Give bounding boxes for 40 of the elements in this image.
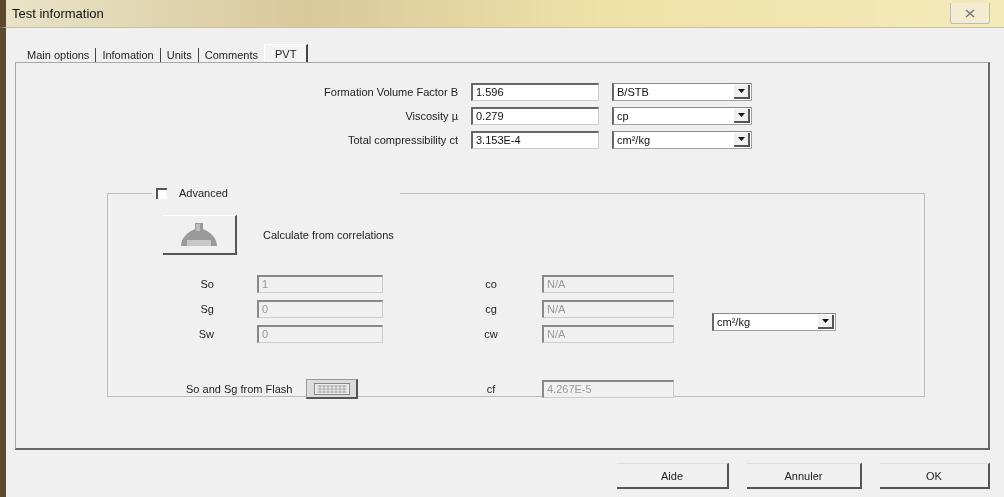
field-label: cw xyxy=(483,328,499,340)
field-label: Formation Volume Factor B xyxy=(323,86,458,98)
unit-dropdown[interactable]: cm²/kg xyxy=(612,131,752,149)
field-label: So and Sg from Flash xyxy=(186,383,293,395)
calculate-label: Calculate from correlations xyxy=(263,229,394,241)
field-label: Sw xyxy=(197,328,214,340)
dropdown-arrow-icon xyxy=(821,318,829,323)
unit-dropdown[interactable]: B/STB xyxy=(612,83,752,101)
calculate-button[interactable] xyxy=(163,215,237,255)
field-label: co xyxy=(484,278,498,290)
dropdown-arrow-icon xyxy=(737,113,745,117)
keyboard-icon xyxy=(313,382,350,395)
checkbox-label: Advanced xyxy=(179,187,228,199)
field-label: Sg xyxy=(199,303,214,315)
field-label: So xyxy=(199,278,214,290)
flash-button[interactable] xyxy=(306,379,359,399)
field-label: cg xyxy=(484,303,498,315)
close-icon xyxy=(965,8,975,18)
field-label: Total compressibility ct xyxy=(346,134,458,146)
input-field[interactable]: 1.596 xyxy=(471,83,599,101)
dialog-button[interactable]: OK xyxy=(880,463,990,489)
window-title: Test information xyxy=(11,6,104,21)
tab[interactable]: Comments xyxy=(198,48,264,62)
tab[interactable]: Infomation xyxy=(96,48,161,62)
unit-dropdown[interactable]: cp xyxy=(612,107,752,125)
tab[interactable]: Units xyxy=(160,48,199,62)
dialog-button[interactable]: Aide xyxy=(617,463,729,489)
dropdown-arrow-icon xyxy=(737,89,745,93)
input-field[interactable]: 3.153E-4 xyxy=(471,131,599,149)
field-label: cf xyxy=(485,383,497,395)
tab[interactable]: Main options xyxy=(21,48,97,62)
input-field[interactable]: 0.279 xyxy=(471,107,599,125)
tab[interactable]: PVT xyxy=(264,44,309,62)
advanced-checkbox[interactable] xyxy=(156,187,167,199)
flask-icon xyxy=(179,221,219,248)
dialog-button[interactable]: Annuler xyxy=(747,463,862,489)
unit-dropdown[interactable]: cm²/kg xyxy=(712,312,836,331)
dropdown-arrow-icon xyxy=(737,137,745,141)
close-button[interactable] xyxy=(950,3,990,24)
field-label: Viscosity µ xyxy=(404,110,458,122)
